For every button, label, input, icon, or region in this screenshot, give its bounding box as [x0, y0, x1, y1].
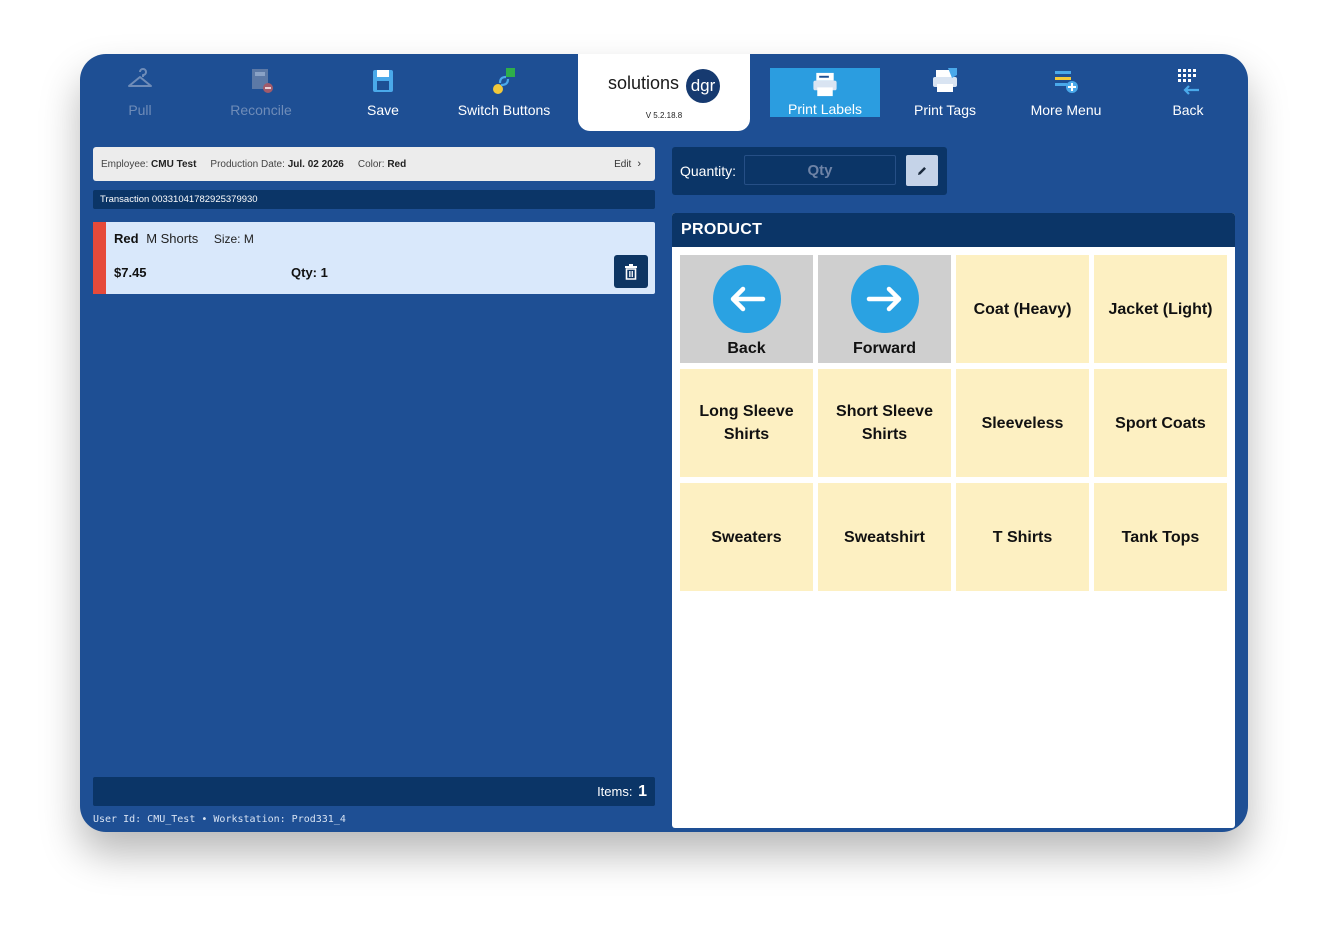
switch-buttons-button[interactable]: Switch Buttons [449, 66, 559, 120]
product-back-label: Back [727, 340, 766, 357]
hanger-icon [128, 68, 152, 87]
employee-info: Employee: CMU Test [101, 158, 197, 170]
status-footer: User Id: CMU_Test • Workstation: Prod331… [93, 814, 346, 825]
pull-label: Pull [128, 102, 152, 118]
pull-button[interactable]: Pull [85, 66, 195, 120]
print-tags-label: Print Tags [914, 102, 976, 118]
more-menu-icon [1055, 71, 1078, 93]
print-tags-icon [933, 68, 957, 92]
product-panel: PRODUCT Back Forward Coat (Heavy) Jacket… [672, 213, 1235, 828]
arrow-right-icon [866, 286, 901, 312]
toolbar: Pull Reconcile Save Switch Buttons solut… [80, 54, 1248, 134]
logo-mark: dgr [686, 69, 720, 103]
item-price: $7.45 [114, 265, 147, 280]
color-info: Color: Red [357, 158, 407, 170]
product-forward-label: Forward [852, 340, 917, 357]
item-qty: Qty: 1 [291, 265, 328, 280]
product-forward-button[interactable]: Forward [818, 255, 951, 363]
order-info-bar: Employee: CMU Test Production Date: Jul.… [93, 147, 655, 181]
switch-buttons-label: Switch Buttons [457, 102, 551, 118]
production-date-info: Production Date: Jul. 02 2026 [210, 158, 344, 170]
product-tile-tank-tops[interactable]: Tank Tops [1094, 483, 1227, 591]
product-tile-jacket-light[interactable]: Jacket (Light) [1094, 255, 1227, 363]
save-label: Save [367, 102, 399, 118]
product-tile-sleeveless[interactable]: Sleeveless [956, 369, 1089, 477]
transaction-bar: Transaction 00331041782925379930 [93, 190, 655, 209]
save-icon [373, 70, 393, 92]
app-window: Pull Reconcile Save Switch Buttons solut… [80, 54, 1248, 832]
product-tile-sweatshirt[interactable]: Sweatshirt [818, 483, 951, 591]
product-tile-sweaters[interactable]: Sweaters [680, 483, 813, 591]
trash-icon [625, 263, 637, 280]
arrow-left-icon [730, 286, 765, 312]
pencil-icon [918, 166, 926, 175]
product-tile-long-sleeve-shirts[interactable]: Long Sleeve Shirts [680, 369, 813, 477]
print-labels-label: Print Labels [788, 101, 862, 117]
item-color-stripe [93, 222, 106, 294]
transaction-number: Transaction 00331041782925379930 [100, 194, 258, 205]
reconcile-icon [252, 69, 273, 93]
product-back-button[interactable]: Back [680, 255, 813, 363]
quantity-label: Quantity: [680, 163, 737, 179]
logo: solutions dgr V 5.2.18.8 [578, 54, 750, 131]
more-menu-button[interactable]: More Menu [1011, 66, 1121, 120]
switch-icon [493, 68, 515, 94]
items-count-bar: Items: 1 [93, 777, 655, 806]
product-tile-short-sleeve-shirts[interactable]: Short Sleeve Shirts [818, 369, 951, 477]
product-tile-sport-coats[interactable]: Sport Coats [1094, 369, 1227, 477]
delete-item-button[interactable] [614, 255, 648, 288]
reconcile-label: Reconcile [230, 102, 292, 118]
product-header: PRODUCT [672, 213, 1235, 247]
item-color: Red [114, 231, 139, 246]
quantity-input[interactable] [744, 155, 896, 185]
order-item[interactable]: Red M Shorts Size: M $7.45 Qty: 1 [93, 222, 655, 294]
more-menu-label: More Menu [1030, 102, 1102, 118]
item-name: M Shorts [146, 231, 199, 246]
back-button[interactable]: Back [1133, 66, 1243, 120]
items-count: 1 [638, 783, 647, 800]
item-description: Red M Shorts Size: M [114, 231, 254, 246]
app-version: V 5.2.18.8 [645, 111, 683, 120]
reconcile-button[interactable]: Reconcile [206, 66, 316, 120]
logo-text: solutions [608, 73, 680, 93]
production-date: Jul. 02 2026 [287, 158, 344, 170]
quantity-edit-button[interactable] [906, 155, 938, 186]
print-labels-icon [813, 72, 837, 97]
product-grid: Back Forward Coat (Heavy) Jacket (Light)… [680, 255, 1227, 591]
items-label: Items: [597, 784, 633, 799]
product-tile-t-shirts[interactable]: T Shirts [956, 483, 1089, 591]
chevron-right-icon: › [637, 158, 641, 170]
save-button[interactable]: Save [328, 66, 438, 120]
print-labels-button[interactable]: Print Labels [770, 68, 880, 117]
color-value: Red [387, 158, 407, 170]
edit-button[interactable]: Edit › [614, 158, 641, 170]
print-tags-button[interactable]: Print Tags [890, 66, 1000, 120]
product-tile-coat-heavy[interactable]: Coat (Heavy) [956, 255, 1089, 363]
back-label: Back [1172, 102, 1204, 118]
employee-name: CMU Test [151, 158, 197, 170]
item-size: Size: M [213, 232, 254, 246]
quantity-box: Quantity: [672, 147, 947, 195]
keypad-back-icon [1178, 69, 1199, 95]
